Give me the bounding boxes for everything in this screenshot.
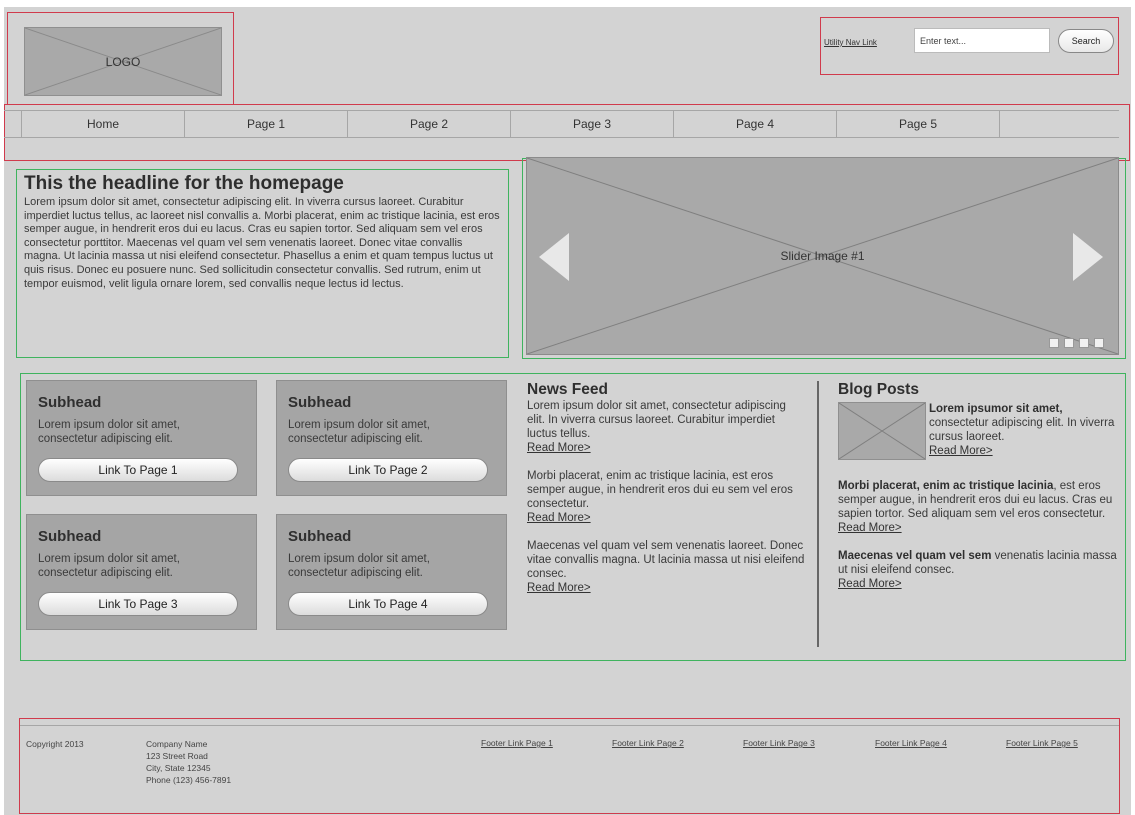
nav-spacer	[4, 111, 22, 137]
footer-link-page-5[interactable]: Footer Link Page 5	[1006, 738, 1078, 748]
feature-card: Subhead Lorem ipsum dolor sit amet, cons…	[276, 380, 507, 496]
slider-prev-icon[interactable]	[539, 233, 569, 281]
column-divider	[817, 381, 819, 647]
card-subhead: Subhead	[38, 528, 102, 545]
company-street: 123 Street Road	[146, 751, 208, 761]
nav-item-page-2[interactable]: Page 2	[348, 111, 511, 137]
card-subhead: Subhead	[288, 528, 352, 545]
news-item: Morbi placerat, enim ac tristique lacini…	[527, 469, 805, 525]
slider-dot[interactable]	[1079, 338, 1089, 348]
card-subhead: Subhead	[38, 394, 102, 411]
slider-label: Slider Image #1	[780, 249, 865, 263]
blog-post-text: Lorem ipsumor sit amet, consectetur adip…	[929, 402, 1119, 458]
card-text: Lorem ipsum dolor sit amet, consectetur …	[38, 419, 180, 445]
blog-post: Morbi placerat, enim ac tristique lacini…	[838, 479, 1121, 535]
search-input[interactable]	[914, 28, 1050, 53]
footer-divider	[20, 725, 1119, 726]
link-to-page-3-button[interactable]: Link To Page 3	[38, 592, 238, 616]
blog-post: Lorem ipsumor sit amet, consectetur adip…	[838, 399, 1121, 463]
logo-placeholder[interactable]: LOGO	[24, 27, 222, 96]
blog-thumbnail[interactable]	[838, 402, 926, 460]
blog-post-body: consectetur adipiscing elit. In viverra …	[929, 417, 1115, 443]
link-to-page-2-button[interactable]: Link To Page 2	[288, 458, 488, 482]
read-more-link[interactable]: Read More>	[527, 511, 805, 525]
blog-posts: Blog Posts Lorem ipsumor sit amet, conse…	[838, 381, 1121, 591]
blog-post-text: Morbi placerat, enim ac tristique lacini…	[838, 479, 1121, 521]
blog-post-heading: Lorem ipsumor sit amet,	[929, 403, 1063, 415]
slider-dot[interactable]	[1064, 338, 1074, 348]
main-nav: Home Page 1 Page 2 Page 3 Page 4 Page 5	[4, 110, 1119, 138]
news-item: Lorem ipsum dolor sit amet, consectetur …	[527, 399, 805, 455]
read-more-link[interactable]: Read More>	[929, 444, 1119, 458]
news-item-text: Lorem ipsum dolor sit amet, consectetur …	[527, 400, 786, 440]
page-headline: This the headline for the homepage	[24, 173, 344, 194]
nav-item-home[interactable]: Home	[22, 111, 185, 137]
company-address: Company Name 123 Street Road City, State…	[146, 738, 231, 786]
read-more-link[interactable]: Read More>	[838, 577, 1121, 591]
footer-link-page-4[interactable]: Footer Link Page 4	[875, 738, 947, 748]
news-feed-title: News Feed	[527, 381, 608, 398]
company-name: Company Name	[146, 739, 208, 749]
link-to-page-1-button[interactable]: Link To Page 1	[38, 458, 238, 482]
footer-link-page-3[interactable]: Footer Link Page 3	[743, 738, 815, 748]
nav-item-page-5[interactable]: Page 5	[837, 111, 1000, 137]
card-text: Lorem ipsum dolor sit amet, consectetur …	[288, 553, 430, 579]
feature-card: Subhead Lorem ipsum dolor sit amet, cons…	[276, 514, 507, 630]
news-item-text: Maecenas vel quam vel sem venenatis laor…	[527, 540, 805, 580]
blog-post: Maecenas vel quam vel sem venenatis laci…	[838, 549, 1121, 591]
wireframe-page: LOGO Utility Nav Link Search Home Page 1…	[4, 7, 1131, 815]
hero-content: This the headline for the homepage Lorem…	[24, 174, 502, 291]
company-city: City, State 12345	[146, 763, 211, 773]
feature-card: Subhead Lorem ipsum dolor sit amet, cons…	[26, 514, 257, 630]
copyright: Copyright 2013	[26, 739, 84, 749]
blog-post-heading: Maecenas vel quam vel sem	[838, 550, 992, 562]
slider-next-icon[interactable]	[1073, 233, 1103, 281]
read-more-link[interactable]: Read More>	[838, 521, 1121, 535]
news-item: Maecenas vel quam vel sem venenatis laor…	[527, 539, 805, 595]
read-more-link[interactable]: Read More>	[527, 581, 805, 595]
nav-item-page-4[interactable]: Page 4	[674, 111, 837, 137]
feature-card: Subhead Lorem ipsum dolor sit amet, cons…	[26, 380, 257, 496]
nav-item-page-3[interactable]: Page 3	[511, 111, 674, 137]
slider-dot[interactable]	[1094, 338, 1104, 348]
read-more-link[interactable]: Read More>	[527, 441, 805, 455]
nav-item-page-1[interactable]: Page 1	[185, 111, 348, 137]
link-to-page-4-button[interactable]: Link To Page 4	[288, 592, 488, 616]
blog-posts-title: Blog Posts	[838, 381, 919, 398]
hero-body: Lorem ipsum dolor sit amet, consectetur …	[24, 196, 500, 290]
footer-link-page-1[interactable]: Footer Link Page 1	[481, 738, 553, 748]
utility-nav-link[interactable]: Utility Nav Link	[824, 38, 877, 47]
card-text: Lorem ipsum dolor sit amet, consectetur …	[38, 553, 180, 579]
blog-post-text: Maecenas vel quam vel sem venenatis laci…	[838, 549, 1121, 577]
blog-post-heading: Morbi placerat, enim ac tristique lacini…	[838, 480, 1054, 492]
footer-link-page-2[interactable]: Footer Link Page 2	[612, 738, 684, 748]
slider-dot[interactable]	[1049, 338, 1059, 348]
logo-text: LOGO	[105, 54, 141, 69]
news-feed: News Feed Lorem ipsum dolor sit amet, co…	[527, 381, 805, 595]
search-button[interactable]: Search	[1058, 29, 1114, 53]
image-placeholder-icon	[839, 403, 925, 459]
slider-image: Slider Image #1	[526, 157, 1119, 355]
company-phone: Phone (123) 456-7891	[146, 775, 232, 785]
card-text: Lorem ipsum dolor sit amet, consectetur …	[288, 419, 430, 445]
news-item-text: Morbi placerat, enim ac tristique lacini…	[527, 470, 793, 510]
card-subhead: Subhead	[288, 394, 352, 411]
